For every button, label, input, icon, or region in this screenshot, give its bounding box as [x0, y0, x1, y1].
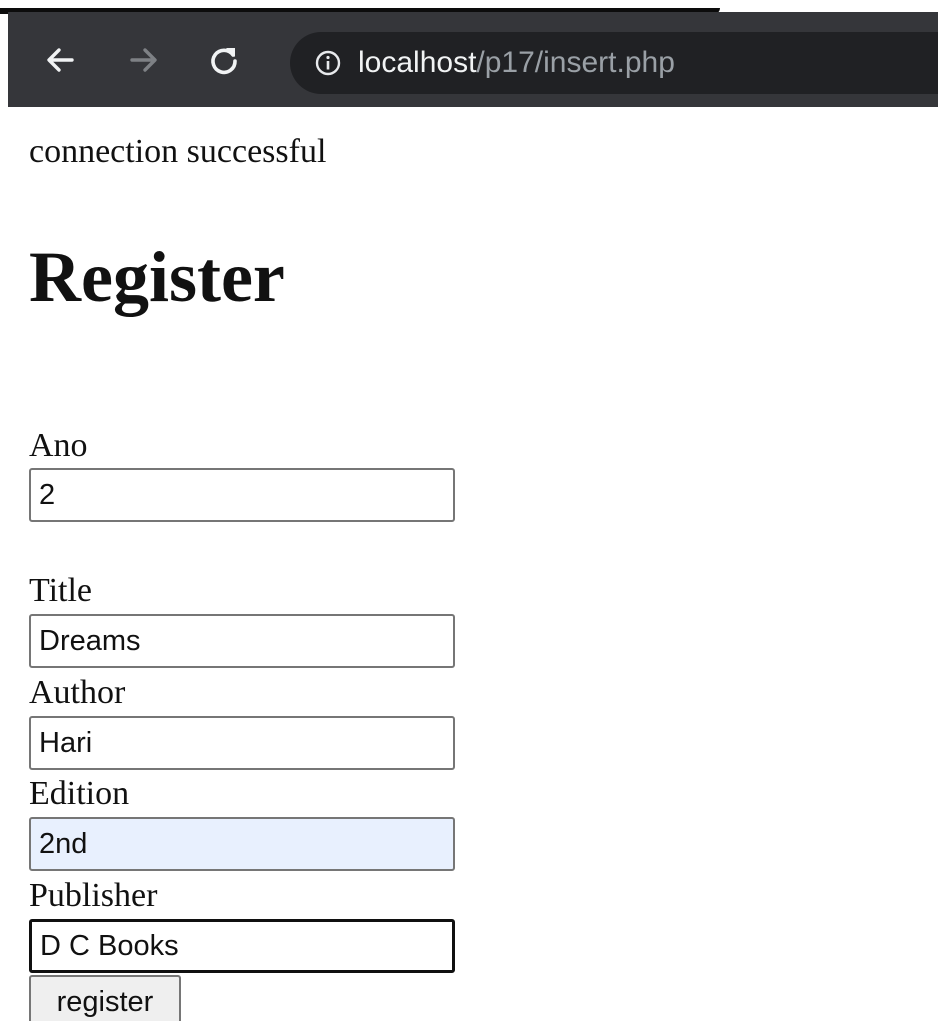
edition-label: Edition — [29, 775, 130, 812]
publisher-label: Publisher — [29, 877, 158, 914]
url-host: localhost — [358, 46, 477, 79]
title-label: Title — [29, 572, 93, 609]
register-button[interactable]: register — [29, 975, 181, 1021]
arrow-left-icon — [47, 48, 74, 72]
arrow-right-icon — [130, 48, 157, 72]
reload-button[interactable] — [206, 42, 242, 78]
info-icon[interactable] — [314, 49, 342, 77]
url-text[interactable]: localhost/p17/insert.php — [358, 46, 675, 80]
title-input[interactable] — [29, 614, 455, 668]
address-bar[interactable]: localhost/p17/insert.php — [290, 32, 938, 94]
publisher-input[interactable] — [29, 919, 455, 973]
page-title: Register — [29, 237, 285, 317]
ano-input[interactable] — [29, 468, 455, 522]
browser-toolbar: localhost/p17/insert.php — [8, 12, 938, 107]
connection-status-text: connection successful — [29, 133, 327, 170]
back-button[interactable] — [42, 42, 78, 78]
url-path: /p17/insert.php — [476, 46, 675, 79]
ano-label: Ano — [29, 427, 88, 464]
edition-input[interactable] — [29, 817, 455, 871]
author-input[interactable] — [29, 716, 455, 770]
author-label: Author — [29, 674, 126, 711]
forward-button[interactable] — [126, 42, 162, 78]
reload-icon — [211, 48, 237, 75]
